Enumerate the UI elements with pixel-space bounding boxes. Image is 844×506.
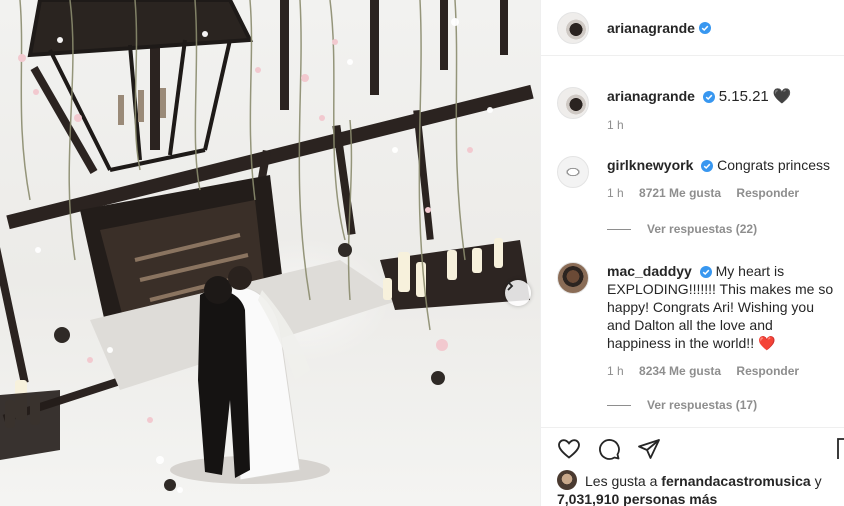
comment-icon	[599, 439, 620, 460]
liker-username[interactable]: fernandacastromusica	[661, 473, 810, 489]
caption-comment: arianagrande 5.15.21 🖤 1 h	[557, 87, 837, 134]
comment-body: 5.15.21 🖤	[718, 88, 792, 105]
verified-badge-icon	[701, 160, 714, 172]
reply-button[interactable]: Responder	[736, 364, 799, 378]
commenter-avatar[interactable]	[557, 262, 589, 294]
action-icons	[557, 437, 677, 461]
save-button[interactable]	[837, 437, 844, 466]
heart-icon	[558, 439, 580, 459]
share-icon	[638, 439, 660, 459]
comment-meta: 1 h 8234 Me gusta Responder	[607, 362, 837, 380]
likes-summary: Les gusta a fernandacastromusica y 7,031…	[557, 470, 843, 506]
commenter-username[interactable]: mac_daddyy	[607, 263, 692, 279]
author-avatar[interactable]	[557, 11, 589, 44]
comment-item: mac_daddyy My heart is EXPLODING!!!!!!! …	[557, 262, 837, 380]
verified-badge-icon	[702, 91, 715, 103]
next-arrow-icon	[507, 281, 514, 291]
comment-time[interactable]: 1 h	[607, 186, 624, 200]
verified-badge-icon	[699, 266, 712, 278]
commenter-username[interactable]: arianagrande	[607, 88, 695, 104]
comment-body: Congrats princess	[717, 157, 830, 173]
comment-text: arianagrande 5.15.21 🖤	[607, 87, 837, 106]
action-bar: Les gusta a fernandacastromusica y 7,031…	[541, 427, 844, 506]
reply-button[interactable]: Responder	[736, 186, 799, 200]
next-photo-button[interactable]	[505, 280, 531, 306]
wedding-photo-illustration	[0, 0, 534, 493]
commenter-avatar[interactable]	[557, 156, 589, 188]
post-photo[interactable]	[0, 0, 540, 506]
view-replies-button[interactable]: Ver respuestas (17)	[607, 398, 757, 412]
commenter-username[interactable]: girlknewyork	[607, 157, 693, 173]
comments-section: arianagrande 5.15.21 🖤 1 h girlknewyork …	[541, 57, 844, 427]
view-replies-label: Ver respuestas (17)	[647, 398, 758, 412]
comment-text: girlknewyork Congrats princess	[607, 156, 837, 174]
save-icon	[837, 438, 844, 459]
comment-time[interactable]: 1 h	[607, 118, 624, 132]
likes-prefix: Les gusta a	[585, 473, 658, 489]
post-header: arianagrande	[541, 0, 844, 56]
comment-time[interactable]: 1 h	[607, 364, 624, 378]
comment-meta: 1 h	[607, 116, 837, 134]
commenter-avatar[interactable]	[557, 87, 589, 119]
comment-likes[interactable]: 8721 Me gusta	[639, 186, 721, 200]
comment-likes[interactable]: 8234 Me gusta	[639, 364, 721, 378]
comment-item: girlknewyork Congrats princess 1 h 8721 …	[557, 156, 837, 202]
likes-connector: y	[814, 473, 822, 489]
comment-button[interactable]	[597, 437, 637, 461]
replies-divider	[607, 228, 631, 230]
likes-others[interactable]: 7,031,910 personas más	[557, 491, 717, 506]
view-replies-label: Ver respuestas (22)	[647, 222, 758, 236]
like-button[interactable]	[557, 437, 597, 461]
comment-text: mac_daddyy My heart is EXPLODING!!!!!!! …	[607, 262, 837, 352]
author-username[interactable]: arianagrande	[607, 20, 695, 36]
share-button[interactable]	[637, 437, 677, 461]
liker-avatar[interactable]	[557, 470, 577, 490]
verified-badge-icon	[698, 21, 711, 34]
post-sidebar: arianagrande arianagrande 5.15.21 🖤 1 h	[540, 0, 844, 506]
replies-divider	[607, 404, 631, 406]
view-replies-button[interactable]: Ver respuestas (22)	[607, 222, 757, 236]
comment-meta: 1 h 8721 Me gusta Responder	[607, 184, 837, 202]
